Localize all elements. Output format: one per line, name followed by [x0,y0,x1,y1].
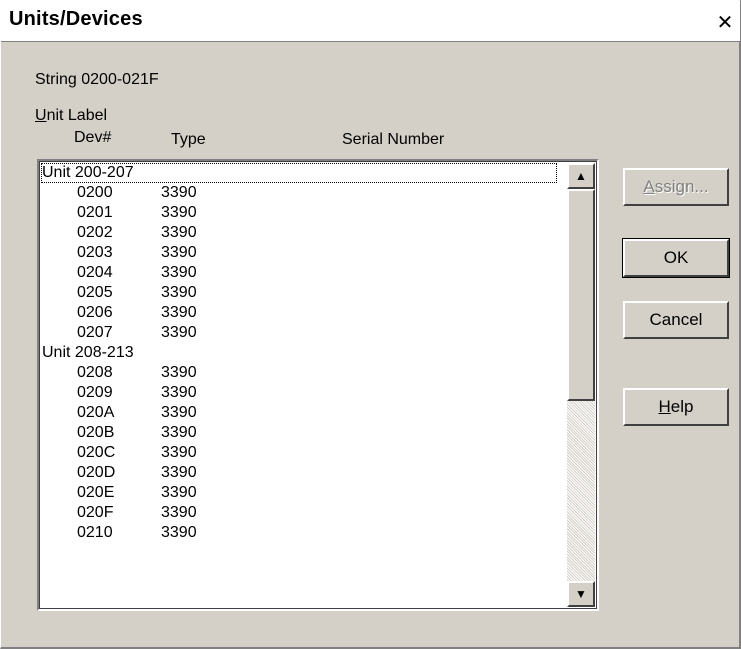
list-item[interactable]: 0206 3390 [41,303,567,323]
list-item[interactable]: 0202 3390 [41,223,567,243]
list-item[interactable]: 0207 3390 [41,323,567,343]
unit-label-header: Unit Label [35,107,107,125]
device-type: 3390 [161,424,197,441]
device-type: 3390 [161,504,197,521]
scroll-thumb[interactable] [567,189,595,401]
unit-label-mnemonic: U [35,107,47,124]
unit-group-label: Unit 208-213 [42,344,134,361]
device-number: 0210 [77,524,113,541]
list-item[interactable]: 020D 3390 [41,463,567,483]
device-number: 0200 [77,184,113,201]
device-number: 0201 [77,204,113,221]
list-item[interactable]: 0208 3390 [41,363,567,383]
list-item[interactable]: 020B 3390 [41,423,567,443]
title-bar[interactable]: Units/Devices ✕ [1,1,740,41]
scroll-up-icon[interactable]: ▲ [567,163,595,189]
window-title: Units/Devices [9,8,143,30]
device-number: 0208 [77,364,113,381]
assign-label-rest: ssign... [654,177,709,196]
list-item[interactable]: 020A 3390 [41,403,567,423]
device-type: 3390 [161,444,197,461]
device-type: 3390 [161,264,197,281]
device-type: 3390 [161,244,197,261]
unit-group-label: Unit 200-207 [41,163,557,183]
help-mnemonic: H [658,397,671,416]
device-type: 3390 [161,184,197,201]
device-type: 3390 [161,464,197,481]
type-column-header: Type [171,131,206,148]
units-list[interactable]: Unit 200-207 0200 3390 0201 3390 0202 3390 0203… [37,159,599,611]
device-number: 0203 [77,244,113,261]
string-label: String 0200-021F [35,71,159,88]
list-group-row[interactable]: Unit 208-213 [41,343,567,363]
device-number: 0202 [77,224,113,241]
device-number: 0205 [77,284,113,301]
device-type: 3390 [161,384,197,401]
unit-label-rest: nit Label [46,107,108,124]
device-number: 020B [77,424,115,441]
assign-button[interactable]: Assign... [623,168,729,206]
list-item[interactable]: 0201 3390 [41,203,567,223]
device-number: 0206 [77,304,113,321]
device-type: 3390 [161,484,197,501]
device-type: 3390 [161,304,197,321]
device-type: 3390 [161,364,197,381]
device-number: 0204 [77,264,113,281]
dev-column-header: Dev# [74,129,112,146]
serial-column-header: Serial Number [342,131,445,148]
device-type: 3390 [161,204,197,221]
device-number: 020C [77,444,116,461]
list-item[interactable]: 0210 3390 [41,523,567,543]
device-number: 020D [77,464,116,481]
list-item[interactable]: 0209 3390 [41,383,567,403]
device-type: 3390 [161,224,197,241]
device-type: 3390 [161,524,197,541]
device-number: 020A [77,404,115,421]
device-number: 020F [77,504,114,521]
title-divider [1,41,740,42]
device-type: 3390 [161,404,197,421]
assign-mnemonic: A [643,177,655,196]
device-type: 3390 [161,324,197,341]
help-button[interactable]: Help [623,388,729,426]
ok-button[interactable]: OK [622,238,730,278]
device-number: 0207 [77,324,113,341]
device-number: 020E [77,484,115,501]
list-item[interactable]: 020E 3390 [41,483,567,503]
list-item[interactable]: 0205 3390 [41,283,567,303]
list-group-row[interactable]: Unit 200-207 [41,163,567,183]
list-item[interactable]: 0203 3390 [41,243,567,263]
vertical-scrollbar[interactable]: ▲ ▼ [567,163,595,607]
list-item[interactable]: 020C 3390 [41,443,567,463]
scroll-down-icon[interactable]: ▼ [567,581,595,607]
list-item[interactable]: 0200 3390 [41,183,567,203]
list-item[interactable]: 020F 3390 [41,503,567,523]
units-list-rows: Unit 200-207 0200 3390 0201 3390 0202 3390 0203… [41,163,567,543]
units-devices-dialog: Units/Devices ✕ String 0200-021F Unit La… [0,0,741,649]
device-number: 0209 [77,384,113,401]
help-label-rest: elp [670,397,694,416]
device-type: 3390 [161,284,197,301]
close-icon[interactable]: ✕ [714,13,736,33]
cancel-button[interactable]: Cancel [623,301,729,339]
list-item[interactable]: 0204 3390 [41,263,567,283]
